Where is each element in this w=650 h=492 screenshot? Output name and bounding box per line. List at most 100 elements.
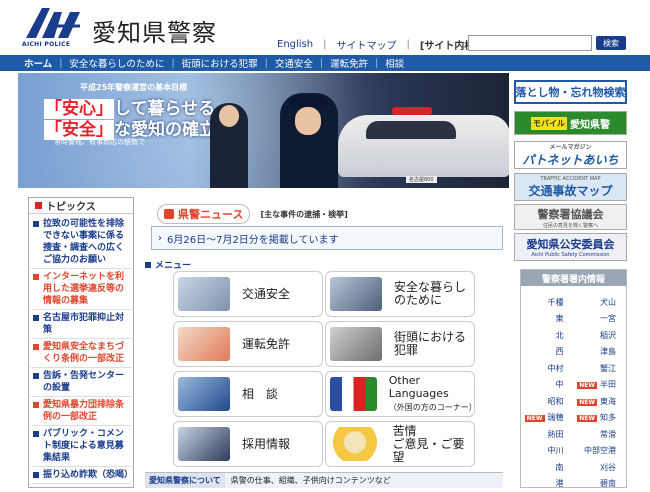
square-bullet-icon <box>33 431 39 437</box>
menu-label: 相 談 <box>242 388 278 401</box>
hero-goal: 平成25年警察運営の基本目標 <box>80 82 187 93</box>
menu-consultation[interactable]: 相 談 <box>173 371 323 417</box>
station-info-panel: 警察署署内情報 千種犬山東一宮北稲沢西津島中村蟹江中NEW半田昭和NEW東海NE… <box>520 269 627 488</box>
license-plate: 名古屋800 <box>406 176 437 183</box>
new-badge: NEW <box>577 382 597 389</box>
station-link[interactable]: 港 <box>521 476 574 492</box>
station-link[interactable]: 津島 <box>574 344 627 361</box>
station-link[interactable]: 西 <box>521 344 574 361</box>
new-badge: NEW <box>577 399 597 406</box>
search-input[interactable] <box>468 35 592 51</box>
topic-item[interactable]: 名古屋市犯罪抑止対 策 <box>31 310 131 339</box>
station-link[interactable]: 中川 <box>521 443 574 460</box>
motorcycle-police-image <box>178 277 230 311</box>
nav-traffic-safety[interactable]: 交通安全 <box>268 56 320 70</box>
station-table-body: 千種 犬山東一宮北稲沢西津島中村蟹江中NEW半田昭和NEW東海NEW瑞穂NEW知多… <box>521 294 626 492</box>
consultation-image <box>178 377 230 411</box>
square-bullet-icon <box>145 262 151 268</box>
station-name: 中川 <box>548 446 564 455</box>
traffic-accident-map-banner[interactable]: TRAFFIC ACCIDENT MAP交通事故マップ <box>514 173 627 201</box>
station-table: 千種 犬山東一宮北稲沢西津島中村蟹江中NEW半田昭和NEW東海NEW瑞穂NEW知多… <box>521 294 626 492</box>
station-link[interactable]: 北 <box>521 327 574 344</box>
station-link[interactable]: 犬山 <box>574 294 627 311</box>
station-link[interactable]: 稲沢 <box>574 327 627 344</box>
menu-title: メニュー <box>155 258 191 271</box>
station-name: 港 <box>556 479 564 488</box>
station-link[interactable]: NEW知多 <box>574 410 627 427</box>
menu-street-crime[interactable]: 街頭における 犯罪 <box>325 321 475 367</box>
menu-safe-living[interactable]: 安全な暮らし のために <box>325 271 475 317</box>
station-link[interactable]: 東 <box>521 311 574 328</box>
topic-item[interactable]: 愛知県安全なまちづ くり条例の一部改正 <box>31 339 131 368</box>
news-subtitle: [主な事件の逮捕・検挙] <box>260 209 347 220</box>
hero-banner: 平成25年警察運営の基本目標 「安心」して暮らせる 「安全」な愛知の確立 常時警… <box>18 73 509 188</box>
station-council-banner[interactable]: 警察署協議会住民の意見を聞く警察へ <box>514 204 627 230</box>
chevron-right-icon: › <box>158 233 162 244</box>
topic-item[interactable]: パブリック・コメン ト制度による意見募 集結果 <box>31 426 131 467</box>
search-button[interactable]: 検索 <box>596 36 626 50</box>
topic-item[interactable]: 告訴・告発センター の設置 <box>31 368 131 397</box>
topic-item[interactable]: インターネットを利 用した選挙違反等の 情報の募集 <box>31 269 131 310</box>
menu-recruitment[interactable]: 採用情報 <box>173 421 323 467</box>
mail-magazine-banner[interactable]: メールマガジンパトネットあいち <box>514 141 627 169</box>
separator: | <box>323 39 326 50</box>
mobile-tag: モバイル <box>531 117 567 130</box>
station-link[interactable]: 中村 <box>521 360 574 377</box>
topics-list: 拉致の可能性を排除 できない事案に係る 捜査・調査への広く ご協力のお願い イン… <box>29 214 133 486</box>
station-link[interactable]: 中部空港 <box>574 443 627 460</box>
station-row: 中川 中部空港 <box>521 443 626 460</box>
menu-label: 交通安全 <box>242 288 290 301</box>
station-link[interactable]: 一宮 <box>574 311 627 328</box>
station-link[interactable]: 千種 <box>521 294 574 311</box>
nav-drivers-license[interactable]: 運転免許 <box>323 56 375 70</box>
lost-and-found-banner[interactable]: 落とし物・忘れ物検索 <box>514 80 627 104</box>
menu-traffic-safety[interactable]: 交通安全 <box>173 271 323 317</box>
mobile-banner[interactable]: モバイル愛知県警 <box>514 111 627 135</box>
square-bullet-icon <box>33 402 39 408</box>
assoc-small: 住民の意見を聞く警察へ <box>543 222 598 229</box>
station-link[interactable]: 昭和 <box>521 393 574 410</box>
mobile-title: 愛知県警 <box>570 116 610 131</box>
station-link[interactable]: 南 <box>521 459 574 476</box>
square-bullet-icon <box>33 315 39 321</box>
station-link[interactable]: NEW東海 <box>574 393 627 410</box>
english-link[interactable]: English <box>277 39 313 50</box>
public-safety-commission-banner[interactable]: 愛知県公安委員会Aichi Public Safety Commission <box>514 233 627 261</box>
nav-consultation[interactable]: 相談 <box>378 56 411 70</box>
station-name: 中部空港 <box>584 446 616 455</box>
aichi-police-logo[interactable]: AICHI POLICE <box>20 6 84 48</box>
topic-text: 拉致の可能性を排除 できない事案に係る 捜査・調査への広く ご協力のお願い <box>43 218 124 266</box>
station-link[interactable]: 中 <box>521 377 574 394</box>
topic-text: 愛知県安全なまちづ くり条例の一部改正 <box>43 341 124 365</box>
station-link[interactable]: 蟹江 <box>574 360 627 377</box>
station-link[interactable]: 碧南 <box>574 476 627 492</box>
topics-heading: トピックス <box>29 198 133 214</box>
nav-home[interactable]: ホーム <box>0 56 59 70</box>
station-link[interactable]: 熱田 <box>521 426 574 443</box>
topic-item[interactable]: 拉致の可能性を排除 できない事案に係る 捜査・調査への広く ご協力のお願い <box>31 216 131 269</box>
about-bar[interactable]: 愛知県警察について県警の仕事、組織、子供向けコンテンツなど <box>145 472 503 488</box>
news-item[interactable]: ›6月26日～7月2日分を掲載しています <box>151 226 503 250</box>
station-row: 千種 犬山 <box>521 294 626 311</box>
station-name: 南 <box>556 463 564 472</box>
station-link[interactable]: 常滑 <box>574 426 627 443</box>
station-link[interactable]: NEW瑞穂 <box>521 410 574 427</box>
sitemap-link[interactable]: サイトマップ <box>336 37 396 52</box>
topic-item[interactable]: 振り込め詐欺（恐喝） <box>31 467 131 484</box>
menu-complaints[interactable]: 苦情 ご意見・ご要望 <box>325 421 475 467</box>
menu-other-languages[interactable]: Other Languages（外国の方のコーナー） <box>325 371 475 417</box>
nav-safe-living[interactable]: 安全な暮らしのために <box>62 56 171 70</box>
station-link[interactable]: 刈谷 <box>574 459 627 476</box>
square-bullet-icon <box>33 221 39 227</box>
topic-item[interactable]: 愛知県暴力団排除条 例の一部改正 <box>31 397 131 426</box>
police-logo-icon <box>24 6 82 40</box>
menu-drivers-license[interactable]: 運転免許 <box>173 321 323 367</box>
station-name: 千種 <box>548 298 564 307</box>
traffic-title: 交通事故マップ <box>528 182 612 199</box>
square-bullet-icon <box>33 472 39 478</box>
menu-label: 採用情報 <box>242 438 290 451</box>
nav-street-crime[interactable]: 街頭における犯罪 <box>175 56 265 70</box>
mascot-image <box>330 427 380 461</box>
station-link[interactable]: NEW半田 <box>574 377 627 394</box>
news-icon <box>164 209 174 219</box>
